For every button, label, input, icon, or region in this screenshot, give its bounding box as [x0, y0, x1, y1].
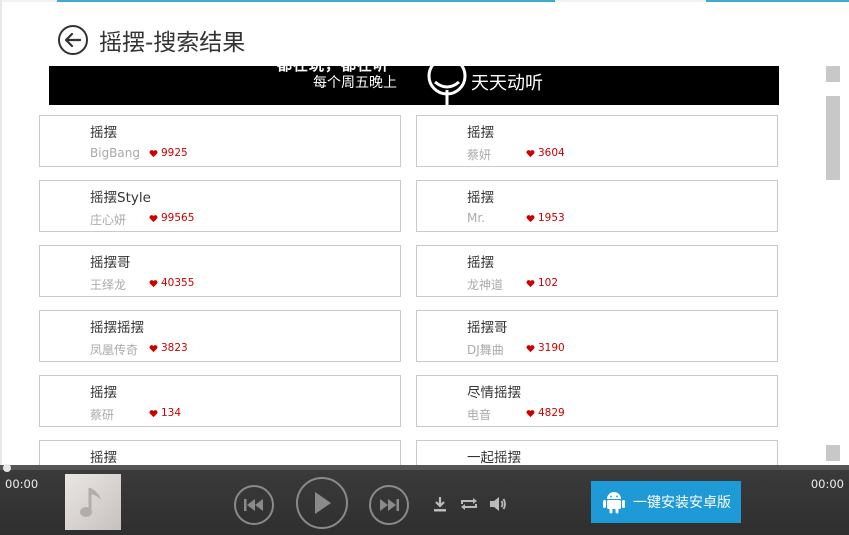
like-count-value: 40355 — [161, 277, 195, 289]
song-result-card[interactable]: 摇摆蔡研 134 — [39, 375, 401, 427]
heart-icon — [149, 214, 158, 222]
banner-main-text: 天天动听 — [471, 73, 543, 94]
scroll-thumb[interactable] — [826, 96, 840, 180]
song-artist: 庄心妍 — [90, 213, 127, 227]
heart-icon — [149, 279, 158, 287]
promo-banner[interactable]: 都在玩，都在听 每个周五晚上 天天动听 — [49, 66, 779, 105]
like-count: 40355 — [149, 277, 194, 289]
play-icon — [315, 492, 331, 514]
song-title: 摇摆摇摆 — [90, 320, 144, 336]
song-result-card[interactable]: 摇摆哥 DJ舞曲 3190 — [416, 310, 778, 362]
install-android-button[interactable]: 一键安装安卓版 — [591, 481, 741, 523]
progress-bar[interactable] — [0, 464, 849, 472]
next-track-button[interactable] — [369, 485, 409, 525]
like-count: 102 — [526, 277, 558, 289]
heart-icon — [526, 279, 535, 287]
heart-icon — [526, 409, 535, 417]
like-count-value: 4829 — [538, 407, 565, 419]
song-result-card[interactable]: 尽情摇摆电音 4829 — [416, 375, 778, 427]
scroll-down-arrow[interactable] — [826, 445, 840, 461]
previous-track-button[interactable] — [234, 485, 274, 525]
heart-icon — [526, 214, 535, 222]
progress-knob[interactable] — [3, 464, 11, 472]
heart-icon — [149, 149, 158, 157]
like-count-value: 102 — [538, 277, 559, 289]
song-result-card[interactable]: 摇摆Style 庄心妍 99565 — [39, 180, 401, 232]
elapsed-time: 00:00 — [5, 477, 39, 491]
banner-subtitle: 每个周五晚上 — [313, 75, 397, 91]
song-artist: 蔡研 — [90, 408, 115, 422]
install-button-label: 一键安装安卓版 — [633, 495, 731, 511]
like-count: 134 — [149, 407, 181, 419]
song-title: 摇摆哥 — [467, 320, 508, 336]
vertical-scrollbar[interactable] — [826, 66, 840, 461]
like-count-value: 9925 — [161, 147, 188, 159]
song-title: 摇摆 — [90, 450, 117, 465]
download-icon[interactable] — [433, 496, 447, 512]
scroll-up-arrow[interactable] — [826, 66, 840, 82]
song-title: 摇摆 — [467, 255, 494, 271]
song-title: 摇摆哥 — [90, 255, 131, 271]
song-artist: 蔡妍 — [467, 148, 492, 162]
song-result-card[interactable]: 一起摇摆 — [416, 440, 778, 465]
search-results-grid: 摇摆 BigBang 9925 摇摆 蔡妍 3604 摇摆Style 庄心妍 99565 摇摆 Mr… — [39, 115, 779, 465]
song-artist: 凤凰传奇 — [90, 343, 139, 357]
song-result-card[interactable]: 摇摆 — [39, 440, 401, 465]
album-art[interactable] — [65, 474, 121, 530]
banner-logo-icon — [427, 66, 467, 105]
volume-icon[interactable] — [489, 496, 507, 512]
android-icon — [603, 492, 625, 514]
song-artist: 龙神道 — [467, 278, 504, 292]
back-arrow-icon[interactable] — [57, 24, 89, 56]
like-count-value: 3604 — [538, 147, 565, 159]
next-track-icon — [380, 499, 399, 511]
like-count: 3190 — [526, 342, 565, 354]
song-result-card[interactable]: 摇摆龙神道 102 — [416, 245, 778, 297]
like-count: 3823 — [149, 342, 188, 354]
like-count-value: 3823 — [161, 342, 188, 354]
song-title: 摇摆 — [467, 190, 494, 206]
song-title: 摇摆 — [467, 125, 494, 141]
like-count-value: 3190 — [538, 342, 565, 354]
like-count-value: 99565 — [161, 212, 195, 224]
previous-track-icon — [244, 499, 263, 511]
like-count: 3604 — [526, 147, 565, 159]
like-count-value: 1953 — [538, 212, 565, 224]
song-title: 尽情摇摆 — [467, 385, 521, 401]
top-accent-line-right — [706, 0, 849, 2]
play-button[interactable] — [296, 477, 348, 529]
song-artist: BigBang — [90, 146, 140, 160]
song-title: 一起摇摆 — [467, 450, 521, 465]
song-result-card[interactable]: 摇摆 BigBang 9925 — [39, 115, 401, 167]
heart-icon — [526, 344, 535, 352]
song-artist: DJ舞曲 — [467, 343, 504, 357]
song-title: 摇摆 — [90, 385, 117, 401]
heart-icon — [149, 409, 158, 417]
like-count: 1953 — [526, 212, 565, 224]
like-count-value: 134 — [161, 407, 182, 419]
window-left-border — [0, 0, 2, 535]
like-count: 4829 — [526, 407, 565, 419]
total-duration: 00:00 — [810, 477, 844, 491]
page-header: 摇摆-搜索结果 — [57, 22, 245, 58]
music-note-icon — [80, 488, 101, 517]
page-title: 摇摆-搜索结果 — [99, 30, 246, 56]
song-title: 摇摆Style — [90, 190, 151, 206]
music-player-bar: 00:00 00:00 一键安装安卓版 — [0, 464, 849, 535]
like-count: 99565 — [149, 212, 194, 224]
heart-icon — [149, 344, 158, 352]
song-result-card[interactable]: 摇摆蔡妍 3604 — [416, 115, 778, 167]
song-artist: 电音 — [467, 408, 492, 422]
song-result-card[interactable]: 摇摆哥王绎龙 40355 — [39, 245, 401, 297]
song-artist: Mr. — [467, 211, 485, 225]
heart-icon — [526, 149, 535, 157]
back-button[interactable] — [57, 24, 89, 56]
song-title: 摇摆 — [90, 125, 117, 141]
top-accent-line — [57, 0, 555, 2]
song-result-card[interactable]: 摇摆摇摆凤凰传奇 3823 — [39, 310, 401, 362]
song-result-card[interactable]: 摇摆 Mr. 1953 — [416, 180, 778, 232]
repeat-icon[interactable] — [460, 496, 478, 512]
like-count: 9925 — [149, 147, 188, 159]
song-artist: 王绎龙 — [90, 278, 127, 292]
